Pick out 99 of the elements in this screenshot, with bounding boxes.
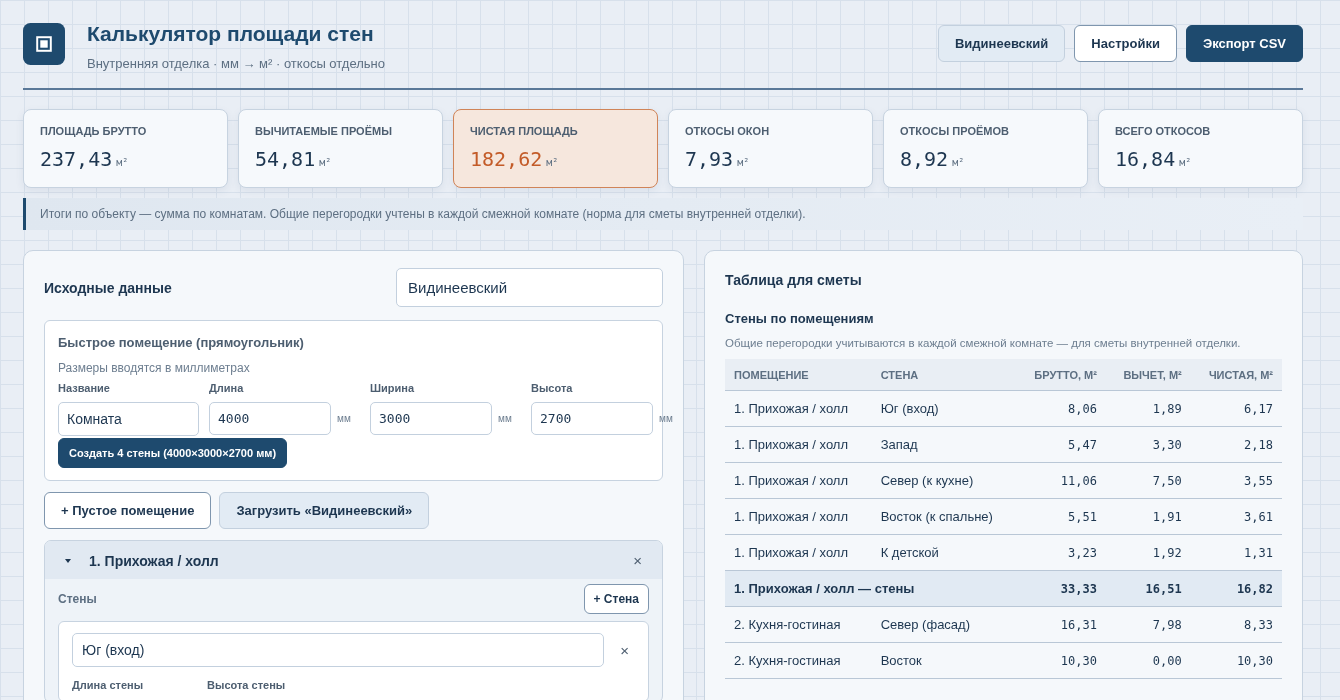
field-label: Высота стены <box>207 679 286 691</box>
stat-unit: м² <box>116 157 129 168</box>
table-cell: 3,30 <box>1105 426 1191 463</box>
table-cell: 16,31 <box>1016 606 1106 643</box>
dimension-field[interactable]: Комната <box>58 402 199 436</box>
table-cell: 2,18 <box>1190 426 1282 463</box>
table-cell: 8,33 <box>1190 606 1282 643</box>
table-cell: 0,00 <box>1105 642 1191 679</box>
field-label: Название <box>58 382 110 394</box>
stat-label: ПЛОЩАДЬ БРУТТО <box>40 125 148 137</box>
unit-label: мм <box>659 413 673 424</box>
stat-value: 237,43 <box>40 147 113 171</box>
room-button[interactable]: Загрузить «Видинеевский» <box>219 492 430 529</box>
column-header: ПОМЕЩЕНИЕ <box>725 359 872 391</box>
table-cell: Восток (к спальне) <box>871 498 1017 535</box>
table-cell: 6,17 <box>1190 390 1282 427</box>
table-cell: Юг (вход) <box>871 390 1017 427</box>
table-cell: Север (к кухне) <box>871 462 1017 499</box>
room-button[interactable]: + Пустое помещение <box>44 492 212 529</box>
table-cell: 1. Прихожая / холл <box>725 534 872 571</box>
table-cell: 10,30 <box>1016 642 1106 679</box>
quick-room-title: Быстрое помещение (прямоугольник) <box>58 335 305 350</box>
column-header: БРУТТО, М² <box>1016 359 1106 391</box>
table-cell: 5,51 <box>1016 498 1106 535</box>
stat-value: 182,62 <box>470 147 543 171</box>
table-cell: 33,33 <box>1016 570 1106 607</box>
stat-label: ОТКОСЫ ОКОН <box>685 125 771 137</box>
dimension-field[interactable]: 2700 <box>531 402 653 435</box>
app-subtitle: Внутренняя отделка · мм → м² · откосы отдельно <box>87 56 385 71</box>
add-wall-button[interactable]: + Стена <box>583 584 649 614</box>
header-button[interactable]: Видинеевский <box>938 25 1066 62</box>
section-title: Стены по помещениям <box>725 311 875 326</box>
create-walls-button[interactable]: Создать 4 стены (4000×3000×2700 мм) <box>58 438 288 468</box>
column-header: ВЫЧЕТ, М² <box>1105 359 1191 391</box>
stat-label: ВСЕГО ОТКОСОВ <box>1115 125 1212 137</box>
subtotal-cell: 1. Прихожая / холл — стены <box>725 570 1017 607</box>
table-cell: Восток <box>871 642 1017 679</box>
stat-unit: м² <box>1179 157 1192 168</box>
logo-icon <box>23 23 65 65</box>
stat-value: 8,92 <box>900 147 949 171</box>
panel-title: Таблица для сметы <box>725 272 863 288</box>
field-label: Ширина <box>370 382 415 394</box>
table-cell: К детской <box>871 534 1017 571</box>
stat-unit: м² <box>546 157 559 168</box>
quick-room-hint: Размеры вводятся в миллиметрах <box>58 361 251 375</box>
table-cell: 7,50 <box>1105 462 1191 499</box>
table-cell: 16,82 <box>1190 570 1282 607</box>
stat-value: 7,93 <box>685 147 734 171</box>
stat-label: ОТКОСЫ ПРОЁМОВ <box>900 125 1010 137</box>
header-button[interactable]: Экспорт CSV <box>1185 25 1303 62</box>
field-label: Длина <box>209 382 244 394</box>
table-cell: 10,30 <box>1190 642 1282 679</box>
unit-label: мм <box>498 413 512 424</box>
table-cell: 1. Прихожая / холл <box>725 426 872 463</box>
stat-label: ЧИСТАЯ ПЛОЩАДЬ <box>470 125 579 137</box>
table-cell: Север (фасад) <box>871 606 1017 643</box>
table-cell: 8,06 <box>1016 390 1106 427</box>
close-button[interactable]: × <box>627 551 648 570</box>
unit-label: мм <box>337 413 351 424</box>
column-header: ЧИСТАЯ, М² <box>1190 359 1282 391</box>
stat-unit: м² <box>319 157 332 168</box>
table-cell: 7,98 <box>1105 606 1191 643</box>
table-cell: 3,55 <box>1190 462 1282 499</box>
field-label: Высота <box>531 382 573 394</box>
dimension-field[interactable]: 4000 <box>209 402 331 435</box>
table-cell: 11,06 <box>1016 462 1106 499</box>
caret-icon[interactable] <box>65 557 71 564</box>
table-cell: Запад <box>871 426 1017 463</box>
column-header: СТЕНА <box>871 359 1017 391</box>
stat-unit: м² <box>737 157 750 168</box>
close-button[interactable]: × <box>614 640 635 660</box>
table-cell: 2. Кухня-гостиная <box>725 642 872 679</box>
room-title: 1. Прихожая / холл <box>89 552 220 569</box>
note-text: Итоги по объекту — сумма по комнатам. Общие перегородки учтены в каждой смежной комнате (норма для сметы внутренней отделки). <box>40 207 806 221</box>
walls-label: Стены <box>58 592 97 606</box>
dimension-field[interactable]: 3000 <box>370 402 492 435</box>
table-cell: 2. Кухня-гостиная <box>725 606 872 643</box>
table-cell: 5,47 <box>1016 426 1106 463</box>
table-cell: 1,89 <box>1105 390 1191 427</box>
stat-unit: м² <box>952 157 965 168</box>
header-button[interactable]: Настройки <box>1074 25 1177 62</box>
table-cell: 1. Прихожая / холл <box>725 462 872 499</box>
table-cell: 3,23 <box>1016 534 1106 571</box>
panel-title: Исходные данные <box>44 279 172 296</box>
stat-label: ВЫЧИТАЕМЫЕ ПРОЁМЫ <box>255 125 393 137</box>
table-cell: 1. Прихожая / холл <box>725 390 872 427</box>
table-cell: 1. Прихожая / холл <box>725 498 872 535</box>
stat-value: 16,84 <box>1115 147 1176 171</box>
section-hint: Общие перегородки учитываются в каждой смежной комнате — для сметы внутренней отделки. <box>725 337 1242 349</box>
object-name-field[interactable]: Видинеевский <box>396 268 663 307</box>
table-cell: 1,91 <box>1105 498 1191 535</box>
table-cell: 1,31 <box>1190 534 1282 571</box>
table-cell: 3,61 <box>1190 498 1282 535</box>
wall-name-field[interactable]: Юг (вход) <box>72 633 605 667</box>
table-cell: 16,51 <box>1105 570 1191 607</box>
app-title: Калькулятор площади стен <box>87 22 375 46</box>
stat-value: 54,81 <box>255 147 316 171</box>
field-label: Длина стены <box>72 679 144 691</box>
table-cell: 1,92 <box>1105 534 1191 571</box>
